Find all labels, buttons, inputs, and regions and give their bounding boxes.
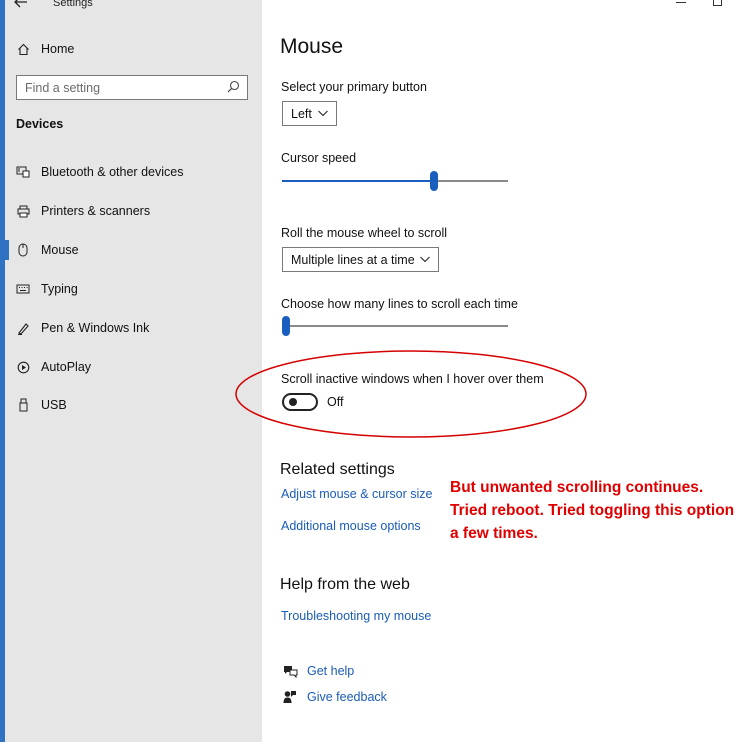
printer-icon — [16, 204, 30, 218]
slider-thumb[interactable] — [282, 316, 290, 336]
minimize-button[interactable] — [676, 2, 686, 3]
lines-to-scroll-label: Choose how many lines to scroll each tim… — [281, 297, 518, 311]
sidebar-item-typing[interactable]: Typing — [16, 278, 78, 300]
sidebar: Settings Home Devices Bluetooth & other … — [0, 0, 262, 742]
primary-button-value: Left — [291, 106, 312, 121]
get-help-row[interactable]: Get help — [282, 662, 354, 680]
slider-thumb[interactable] — [430, 171, 438, 191]
give-feedback-row[interactable]: Give feedback — [282, 688, 387, 706]
mouse-icon — [16, 243, 30, 257]
sidebar-section-header: Devices — [16, 117, 64, 131]
annotation-line: a few times. — [450, 525, 538, 542]
link-troubleshooting-mouse[interactable]: Troubleshooting my mouse — [281, 609, 431, 623]
sidebar-item-label: USB — [41, 398, 67, 412]
toggle-state-label: Off — [327, 395, 344, 409]
inactive-scroll-label: Scroll inactive windows when I hover ove… — [281, 372, 544, 386]
sidebar-item-label: Mouse — [41, 243, 79, 257]
sidebar-item-mouse[interactable]: Mouse — [16, 239, 79, 261]
lines-to-scroll-slider[interactable] — [282, 316, 508, 336]
give-feedback-link[interactable]: Give feedback — [307, 690, 387, 704]
primary-button-label: Select your primary button — [281, 80, 427, 94]
slider-fill — [282, 180, 434, 182]
app-title: Settings — [53, 0, 93, 9]
keyboard-icon — [16, 282, 30, 296]
sidebar-home[interactable]: Home — [16, 38, 74, 60]
back-arrow-icon[interactable] — [14, 0, 34, 12]
cursor-speed-label: Cursor speed — [281, 151, 357, 165]
page-title: Mouse — [280, 35, 344, 58]
sidebar-item-label: Pen & Windows Ink — [41, 321, 150, 335]
bluetooth-devices-icon — [16, 165, 30, 179]
primary-button-dropdown[interactable]: Left — [282, 101, 337, 126]
sidebar-item-pen[interactable]: Pen & Windows Ink — [16, 317, 149, 339]
wheel-scroll-dropdown[interactable]: Multiple lines at a time — [282, 247, 439, 272]
search-input[interactable] — [17, 76, 222, 99]
sidebar-home-label: Home — [41, 42, 75, 56]
sidebar-item-label: AutoPlay — [41, 360, 92, 374]
toggle-knob — [289, 398, 297, 406]
related-settings-header: Related settings — [280, 461, 395, 478]
inactive-scroll-toggle[interactable] — [282, 393, 318, 411]
annotation-text: But unwanted scrolling continues. Tried … — [450, 476, 750, 545]
sidebar-item-label: Bluetooth & other devices — [41, 165, 184, 179]
wheel-scroll-label: Roll the mouse wheel to scroll — [281, 226, 448, 240]
chevron-down-icon — [419, 253, 431, 265]
annotation-line: Tried reboot. Tried toggling this option — [450, 502, 735, 519]
usb-icon — [16, 398, 30, 412]
search-box[interactable] — [16, 75, 248, 100]
link-adjust-mouse-cursor-size[interactable]: Adjust mouse & cursor size — [281, 487, 432, 501]
link-additional-mouse-options[interactable]: Additional mouse options — [281, 519, 421, 533]
selected-indicator — [5, 240, 9, 260]
annotation-line: But unwanted scrolling continues. — [450, 479, 704, 496]
cursor-speed-slider[interactable] — [282, 171, 508, 191]
sidebar-item-bluetooth[interactable]: Bluetooth & other devices — [16, 161, 183, 183]
get-help-icon — [282, 663, 298, 679]
wheel-scroll-value: Multiple lines at a time — [291, 252, 415, 267]
sidebar-item-label: Typing — [41, 282, 78, 296]
autoplay-icon — [16, 360, 30, 374]
sidebar-item-printers[interactable]: Printers & scanners — [16, 200, 150, 222]
home-icon — [16, 42, 30, 56]
get-help-link[interactable]: Get help — [307, 664, 354, 678]
pen-icon — [16, 321, 30, 335]
search-icon[interactable] — [227, 80, 241, 94]
help-from-web-header: Help from the web — [280, 576, 410, 593]
maximize-button[interactable] — [713, 0, 722, 6]
sidebar-item-usb[interactable]: USB — [16, 394, 67, 416]
chevron-down-icon — [317, 107, 329, 119]
sidebar-item-label: Printers & scanners — [41, 204, 151, 218]
sidebar-item-autoplay[interactable]: AutoPlay — [16, 356, 91, 378]
window-left-edge — [0, 0, 5, 742]
give-feedback-icon — [282, 689, 298, 705]
